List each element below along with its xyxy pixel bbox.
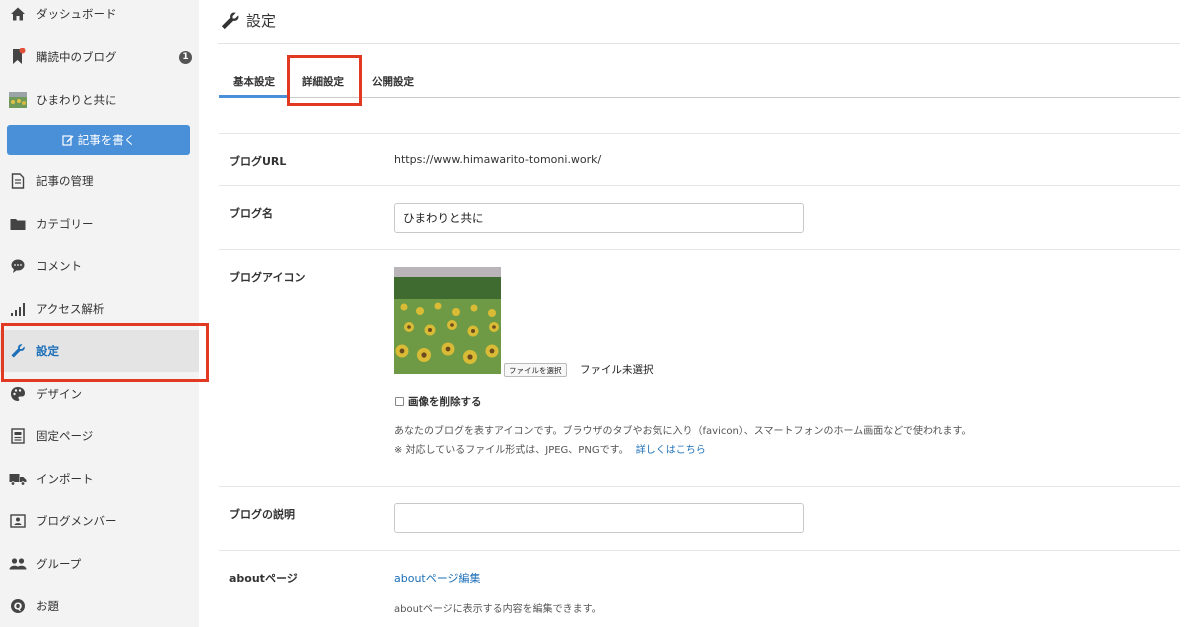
blog-icon-label: ブログアイコン: [229, 271, 306, 284]
sidebar-item-label: カテゴリー: [36, 217, 94, 231]
blog-description-label: ブログの説明: [229, 508, 295, 521]
page-header: 設定: [220, 10, 276, 31]
row-divider: [219, 550, 1180, 551]
comment-icon: [9, 257, 27, 275]
bookmark-icon: [9, 48, 27, 66]
header-divider: [218, 43, 1180, 44]
unread-count-badge: 1: [179, 50, 192, 64]
about-page-help: aboutページに表示する内容を編集できます。: [394, 604, 602, 615]
blog-thumbnail-icon: [9, 91, 27, 109]
sidebar: ダッシュボード 購読中のブログ 1 ひまわりと共に 記事を書く 記事の管理 カテ…: [0, 0, 199, 627]
sidebar-item-articles[interactable]: 記事の管理: [0, 160, 199, 202]
blog-url-value: https://www.himawarito-tomoni.work/: [394, 153, 602, 166]
page-title: 設定: [246, 12, 277, 30]
sidebar-item-label: インポート: [36, 472, 94, 486]
highlight-annotation-advanced-tab: [287, 55, 362, 106]
active-tab-indicator: [219, 95, 288, 98]
document-icon: [9, 172, 27, 190]
settings-tabs: 基本設定 詳細設定 公開設定: [219, 60, 1180, 98]
sidebar-item-dashboard[interactable]: ダッシュボード: [0, 0, 199, 35]
format-note-text: ※ 対応しているファイル形式は、JPEG、PNGです。: [394, 445, 629, 456]
question-icon: Q: [9, 597, 27, 615]
write-article-button[interactable]: 記事を書く: [7, 125, 190, 155]
edit-icon: [62, 135, 74, 146]
row-divider: [219, 486, 1180, 487]
sidebar-item-label: グループ: [36, 557, 82, 571]
sidebar-item-import[interactable]: インポート: [0, 458, 199, 500]
sidebar-item-label: ブログメンバー: [36, 514, 117, 528]
blog-description-input[interactable]: [394, 503, 804, 533]
folder-icon: [9, 215, 27, 233]
app-root: ダッシュボード 購読中のブログ 1 ひまわりと共に 記事を書く 記事の管理 カテ…: [0, 0, 1200, 627]
blog-name-input[interactable]: [394, 203, 804, 233]
truck-icon: [9, 470, 27, 488]
sidebar-item-label: お題: [36, 599, 59, 613]
delete-image-label: 画像を削除する: [408, 396, 482, 408]
row-divider: [219, 185, 1180, 186]
tab-publish-settings[interactable]: 公開設定: [372, 74, 414, 89]
blog-name-label: ブログ名: [229, 207, 273, 220]
file-status-text: ファイル未選択: [580, 364, 654, 376]
home-icon: [9, 5, 27, 23]
blog-url-label: ブログURL: [229, 155, 287, 168]
sidebar-item-fixed-pages[interactable]: 固定ページ: [0, 415, 199, 457]
blog-icon-help: あなたのブログを表すアイコンです。ブラウザのタブやお気に入り（favicon）、…: [394, 426, 972, 437]
sidebar-item-label: 購読中のブログ: [36, 50, 117, 64]
sidebar-item-comments[interactable]: コメント: [0, 245, 199, 287]
sidebar-item-subscribed-blogs[interactable]: 購読中のブログ 1: [0, 36, 199, 78]
sidebar-item-label: コメント: [36, 259, 82, 273]
about-page-label: aboutページ: [229, 572, 298, 585]
blog-icon-image: [394, 267, 501, 374]
sidebar-item-categories[interactable]: カテゴリー: [0, 203, 199, 245]
checkbox-box[interactable]: [395, 397, 404, 406]
sidebar-item-topics[interactable]: Q お題: [0, 585, 199, 627]
highlight-annotation-settings: [1, 323, 209, 382]
palette-icon: [9, 385, 27, 403]
sidebar-item-blog[interactable]: ひまわりと共に: [0, 79, 199, 121]
row-divider: [219, 249, 1180, 250]
about-page-edit-link[interactable]: aboutページ編集: [394, 570, 481, 586]
group-icon: [9, 555, 27, 573]
delete-image-checkbox[interactable]: 画像を削除する: [395, 394, 482, 409]
signal-bars-icon: [9, 300, 27, 318]
sidebar-item-label: アクセス解析: [36, 302, 105, 316]
sidebar-item-group[interactable]: グループ: [0, 543, 199, 585]
choose-file-button[interactable]: ファイルを選択: [504, 363, 567, 377]
sidebar-item-label: 固定ページ: [36, 429, 94, 443]
blog-icon-format-note: ※ 対応しているファイル形式は、JPEG、PNGです。 詳しくはこちら: [394, 441, 706, 456]
details-link[interactable]: 詳しくはこちら: [636, 445, 706, 456]
tab-basic-settings[interactable]: 基本設定: [233, 74, 275, 89]
member-card-icon: [9, 512, 27, 530]
sidebar-item-label: ひまわりと共に: [36, 93, 117, 107]
page-icon: [9, 427, 27, 445]
sidebar-item-members[interactable]: ブログメンバー: [0, 500, 199, 542]
sidebar-item-label: デザイン: [36, 387, 82, 401]
sidebar-item-label: ダッシュボード: [36, 7, 117, 21]
wrench-icon: [221, 12, 239, 29]
sidebar-item-label: 記事の管理: [36, 174, 94, 188]
row-divider: [219, 133, 1180, 134]
svg-text:Q: Q: [14, 602, 23, 613]
write-article-label: 記事を書く: [77, 133, 136, 147]
